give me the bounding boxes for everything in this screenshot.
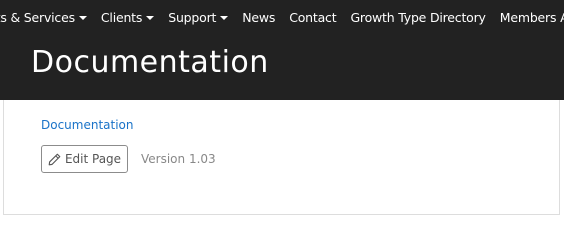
page-title: Documentation: [31, 45, 269, 80]
nav-item-growth-type-directory[interactable]: Growth Type Directory: [350, 10, 486, 25]
page-header: Documentation: [0, 35, 564, 100]
nav-item-clients[interactable]: Clients: [100, 10, 155, 25]
nav-item-label: News: [242, 10, 276, 25]
nav-item-contact[interactable]: Contact: [289, 10, 336, 25]
nav-item-label: Members Area: [499, 10, 564, 25]
nav-items: cts & Services Clients Support News Cont…: [0, 0, 564, 35]
version-label: Version 1.03: [141, 152, 216, 166]
nav-item-support[interactable]: Support: [168, 10, 229, 25]
breadcrumb-documentation-link[interactable]: Documentation: [41, 118, 134, 132]
caret-down-icon: [220, 15, 229, 20]
nav-item-news[interactable]: News: [242, 10, 275, 25]
nav-item-members-area[interactable]: Members Area: [500, 10, 564, 25]
nav-item-label: cts & Services: [0, 10, 75, 25]
nav-item-label: Clients: [100, 10, 143, 25]
pencil-icon: [48, 153, 61, 165]
content-panel: Documentation Edit Page Version 1.03: [3, 100, 560, 215]
caret-down-icon: [78, 15, 87, 20]
nav-item-label: Growth Type Directory: [350, 10, 486, 25]
caret-down-icon: [146, 15, 155, 20]
top-navigation-bar: cts & Services Clients Support News Cont…: [0, 0, 564, 35]
nav-item-label: Contact: [289, 10, 337, 25]
nav-item-label: Support: [168, 10, 217, 25]
nav-item-products-services[interactable]: cts & Services: [0, 10, 87, 25]
edit-page-button[interactable]: Edit Page: [41, 145, 128, 173]
edit-page-label: Edit Page: [64, 152, 122, 166]
